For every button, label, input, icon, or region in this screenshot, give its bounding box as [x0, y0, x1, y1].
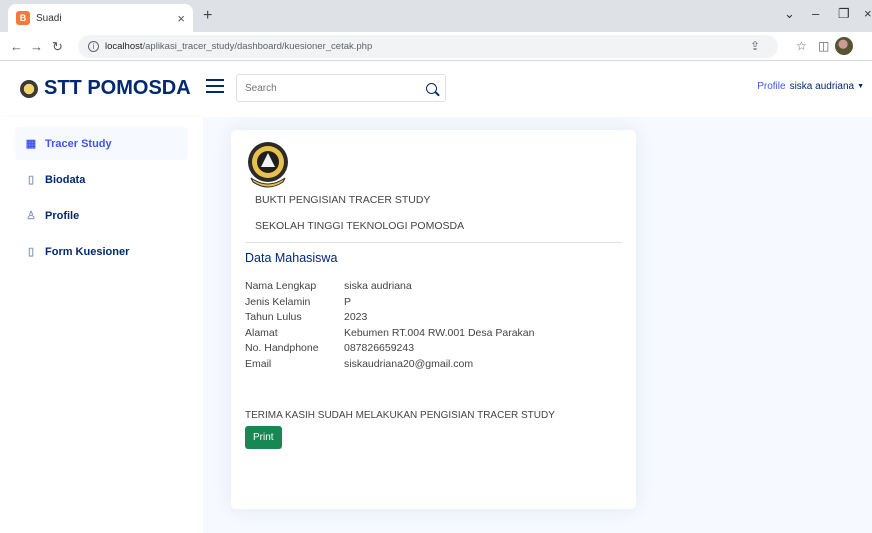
close-window-icon[interactable]: × — [864, 6, 872, 21]
doc-title: BUKTI PENGISIAN TRACER STUDY — [255, 194, 431, 206]
print-button[interactable]: Print — [245, 426, 282, 449]
brand-name: STT POMOSDA — [44, 77, 191, 99]
field-value: siskaudriana20@gmail.com — [344, 357, 474, 370]
restore-icon[interactable]: ❐ — [838, 6, 850, 22]
bookmark-star-icon[interactable]: ☆ — [796, 39, 807, 53]
back-icon[interactable]: ← — [10, 39, 23, 54]
share-icon[interactable]: ⇪ — [750, 39, 760, 53]
address-bar-row: ← → ↻ i localhost/aplikasi_tracer_study/… — [0, 32, 872, 61]
sidebar-item-biodata[interactable]: ▯ Biodata — [15, 163, 188, 196]
close-tab-icon[interactable]: × — [177, 11, 185, 26]
menu-toggle-icon[interactable] — [206, 79, 224, 93]
field-label: Jenis Kelamin — [245, 295, 311, 308]
field-label: Nama Lengkap — [245, 280, 317, 292]
chevron-down-icon: ▼ — [857, 83, 864, 90]
field-label: Email — [245, 357, 272, 370]
institution-seal-icon — [245, 140, 291, 188]
field-row: Tahun Lulus 2023 — [245, 310, 622, 326]
profile-image: Profile — [757, 81, 786, 92]
sidebar-item-form-kuesioner[interactable]: ▯ Form Kuesioner — [15, 235, 188, 268]
profile-name: siska audriana — [789, 81, 855, 92]
sidebar-item-label: Profile — [45, 209, 80, 222]
search-bar — [236, 74, 446, 102]
divider — [245, 242, 622, 243]
sidebar-item-profile[interactable]: ♙ Profile — [15, 199, 188, 232]
favicon-icon: B — [16, 11, 30, 25]
tab-search-icon[interactable]: ⌄ — [784, 6, 795, 22]
field-row: No. Handphone 087826659243 — [245, 341, 622, 357]
person-icon: ♙ — [26, 210, 36, 222]
reload-icon[interactable]: ↻ — [52, 39, 63, 55]
field-row: Jenis Kelamin P — [245, 295, 622, 311]
sidebar-item-tracer-study[interactable]: ▦ Tracer Study — [15, 127, 188, 160]
section-title: Data Mahasiswa — [245, 251, 338, 265]
minimize-icon[interactable]: – — [812, 6, 819, 21]
logo-icon — [20, 79, 38, 98]
sidebar: ▦ Tracer Study ▯ Biodata ♙ Profile ▯ For… — [0, 117, 203, 533]
file-icon: ▯ — [27, 174, 35, 186]
thank-you-message: TERIMA KASIH SUDAH MELAKUKAN PENGISIAN T… — [245, 410, 555, 421]
profile-dropdown[interactable]: Profile siska audriana ▼ — [757, 81, 864, 92]
field-row: Alamat Kebumen RT.004 RW.001 Desa Paraka… — [245, 326, 622, 342]
tab-title: Suadi — [36, 12, 62, 24]
browser-tab[interactable]: B Suadi × — [8, 4, 193, 32]
sidebar-item-label: Form Kuesioner — [45, 245, 130, 258]
field-label: Alamat — [245, 326, 278, 339]
site-info-icon[interactable]: i — [88, 41, 99, 52]
sidebar-item-label: Biodata — [45, 173, 86, 186]
browser-tab-bar: B Suadi × + ⌄ – ❐ × — [0, 0, 872, 32]
sidebar-item-label: Tracer Study — [45, 137, 112, 150]
field-row: Nama Lengkap siska audriana — [245, 279, 622, 295]
tracer-study-card: BUKTI PENGISIAN TRACER STUDY SEKOLAH TIN… — [231, 130, 636, 509]
grid-icon: ▦ — [25, 138, 37, 150]
browser-profile-avatar[interactable] — [835, 37, 853, 55]
search-icon[interactable] — [426, 82, 437, 94]
field-value: 2023 — [344, 311, 368, 323]
institution-name: SEKOLAH TINGGI TEKNOLOGI POMOSDA — [255, 220, 465, 232]
url-path: /aplikasi_tracer_study/dashboard/kuesion… — [142, 41, 373, 52]
field-label: Tahun Lulus — [245, 311, 302, 323]
main-content: BUKTI PENGISIAN TRACER STUDY SEKOLAH TIN… — [203, 117, 872, 533]
url-field[interactable]: i localhost/aplikasi_tracer_study/dashbo… — [78, 35, 778, 58]
brand[interactable]: STT POMOSDA — [20, 77, 191, 100]
field-value: 087826659243 — [344, 342, 415, 354]
field-row: Email siskaudriana20@gmail.com — [245, 357, 622, 373]
search-input[interactable] — [245, 82, 426, 94]
document-icon: ▯ — [27, 246, 35, 258]
field-value: P — [344, 295, 352, 308]
sidepanel-icon[interactable]: ◫ — [818, 39, 829, 53]
field-value: siska audriana — [344, 280, 412, 292]
new-tab-icon[interactable]: + — [203, 7, 212, 25]
header: STT POMOSDA Profile siska audriana ▼ — [0, 61, 872, 117]
url-host: localhost — [105, 41, 143, 52]
field-value: Kebumen RT.004 RW.001 Desa Parakan — [344, 326, 535, 339]
forward-icon[interactable]: → — [30, 39, 43, 54]
field-label: No. Handphone — [245, 342, 319, 354]
